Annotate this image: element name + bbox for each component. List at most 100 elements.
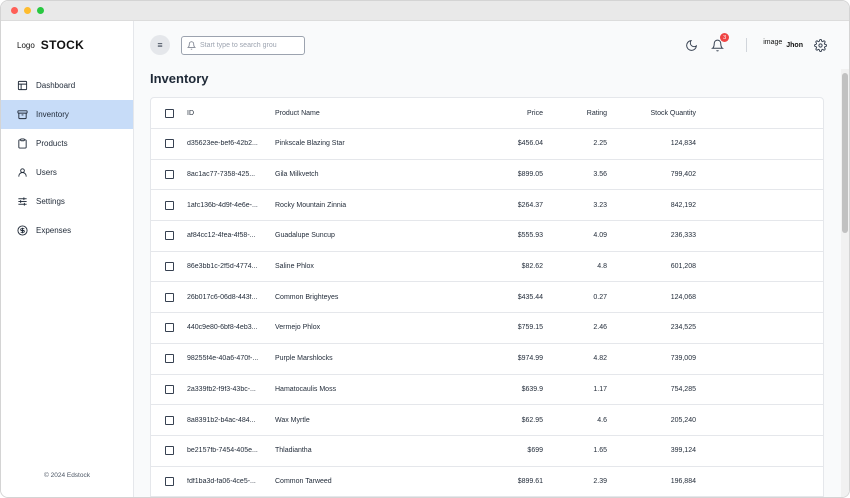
- cell-product-name: Common Brighteyes: [275, 293, 339, 301]
- table-row[interactable]: fdf1ba3d-fa06-4ce5-... Common Tarweed $899…: [151, 467, 823, 497]
- cell-price: $82.62: [521, 263, 543, 271]
- cell-rating: 2.46: [593, 324, 607, 332]
- row-checkbox[interactable]: [164, 323, 174, 333]
- table-row[interactable]: 86e3bb1c-2f5d-4774... Saline Phlox $82.62 4…: [151, 252, 823, 283]
- column-header-product-name[interactable]: Product Name: [275, 110, 445, 117]
- table-row[interactable]: af84cc12-4fea-4f58-... Guadalupe Suncup $5…: [151, 221, 823, 252]
- row-select-cell: [151, 323, 187, 333]
- row-checkbox[interactable]: [164, 415, 174, 425]
- table-row[interactable]: be2157fb-7454-405e... Thladiantha $699 1.65…: [151, 436, 823, 467]
- cell-stock-quantity: 842,192: [670, 201, 696, 209]
- user-menu[interactable]: image Jhon: [763, 39, 803, 52]
- table-header-row: ID Product Name Price Rating Stock Quant…: [151, 98, 823, 129]
- brand: Logo STOCK: [1, 21, 133, 69]
- cell-product-name: Purple Marshlocks: [275, 355, 333, 363]
- table-body: d35623ee-bef6-42b2... Pinkscale Blazing S…: [151, 129, 823, 497]
- cell-id: af84cc12-4fea-4f58-...: [187, 232, 256, 240]
- sidebar-item-dashboard[interactable]: Dashboard: [1, 71, 133, 100]
- table-row[interactable]: 1afc136b-4d9f-4e6e-... Rocky Mountain Zin…: [151, 190, 823, 222]
- table-row[interactable]: 98255f4e-40a6-470f-... Purple Marshlocks $…: [151, 344, 823, 375]
- select-all-checkbox[interactable]: [164, 108, 174, 118]
- table-row[interactable]: 8ac1ac77-7358-425... Gila Milkvetch $899.0…: [151, 160, 823, 191]
- sidebar-item-products[interactable]: Products: [1, 129, 133, 158]
- cell-rating: 4.8: [597, 263, 607, 271]
- copyright-footer: © 2024 Edstock: [44, 472, 90, 479]
- table-row[interactable]: 2a339fb2-f9f3-43bc-... Hamatocaulis Moss $…: [151, 375, 823, 406]
- row-checkbox[interactable]: [164, 200, 174, 210]
- sidebar-item-expenses[interactable]: Expenses: [1, 216, 133, 245]
- dollar-circle-icon: [17, 225, 28, 236]
- row-checkbox[interactable]: [164, 170, 174, 180]
- sidebar-item-label: Dashboard: [36, 81, 76, 90]
- cell-stock-quantity: 234,525: [670, 324, 696, 332]
- sidebar-item-users[interactable]: Users: [1, 158, 133, 187]
- sidebar-item-inventory[interactable]: Inventory: [1, 100, 133, 129]
- sliders-icon: [18, 197, 27, 206]
- settings-button[interactable]: [813, 38, 827, 52]
- maximize-window-button[interactable]: [37, 7, 44, 14]
- cell-stock-quantity: 196,884: [670, 477, 696, 485]
- row-checkbox[interactable]: [164, 139, 174, 149]
- row-select-cell: [151, 354, 187, 364]
- search-box[interactable]: [181, 35, 305, 55]
- table-row[interactable]: 8a8391b2-b4ac-484... Wax Myrtle $62.95 4.6 2…: [151, 405, 823, 436]
- cell-stock-quantity: 754,285: [670, 385, 696, 393]
- search-input[interactable]: [200, 41, 300, 49]
- row-checkbox[interactable]: [164, 354, 174, 364]
- page-scrollbar[interactable]: [841, 69, 849, 497]
- sidebar-item-label: Inventory: [36, 110, 69, 119]
- theme-toggle-button[interactable]: [684, 38, 698, 52]
- scrollbar-thumb[interactable]: [842, 73, 848, 233]
- sidebar-item-label: Users: [36, 168, 57, 177]
- column-header-stock-quantity[interactable]: Stock Quantity: [607, 110, 696, 117]
- sidebar-item-label: Products: [36, 139, 68, 148]
- table-row[interactable]: d35623ee-bef6-42b2... Pinkscale Blazing S…: [151, 129, 823, 160]
- close-window-button[interactable]: [11, 7, 18, 14]
- notification-badge: 3: [720, 33, 730, 42]
- cell-rating: 3.23: [593, 201, 607, 209]
- row-select-cell: [151, 415, 187, 425]
- cell-price: $555.93: [517, 232, 543, 240]
- cell-product-name: Gila Milkvetch: [275, 171, 319, 179]
- cell-rating: 1.65: [593, 447, 607, 455]
- cell-product-name: Pinkscale Blazing Star: [275, 140, 345, 148]
- avatar: image: [763, 38, 783, 46]
- cell-rating: 4.82: [593, 355, 607, 363]
- notifications-button[interactable]: 3: [710, 33, 730, 52]
- cell-id: 86e3bb1c-2f5d-4774...: [187, 263, 258, 271]
- row-checkbox[interactable]: [164, 292, 174, 302]
- cell-product-name: Hamatocaulis Moss: [275, 385, 337, 393]
- cell-price: $264.37: [517, 201, 543, 209]
- cell-stock-quantity: 124,834: [670, 140, 696, 148]
- row-checkbox[interactable]: [164, 231, 174, 241]
- table-row[interactable]: 26b017c6-06d8-443f... Common Brighteyes $4…: [151, 282, 823, 314]
- cell-price: $456.04: [517, 140, 543, 148]
- sidebar-item-settings[interactable]: Settings: [1, 187, 133, 216]
- row-select-cell: [151, 476, 187, 486]
- column-header-rating[interactable]: Rating: [543, 110, 607, 117]
- row-checkbox[interactable]: [164, 262, 174, 272]
- moon-icon: [685, 39, 697, 51]
- sidebar-nav: Dashboard Inventory Products Users Setti…: [1, 71, 133, 245]
- layout-icon: [17, 80, 28, 91]
- column-header-id[interactable]: ID: [187, 110, 275, 117]
- minimize-window-button[interactable]: [24, 7, 31, 14]
- column-header-price[interactable]: Price: [445, 110, 543, 117]
- menu-button[interactable]: ≡: [150, 35, 170, 55]
- row-checkbox[interactable]: [164, 446, 174, 456]
- row-checkbox[interactable]: [164, 384, 174, 394]
- cell-id: fdf1ba3d-fa06-4ce5-...: [187, 477, 256, 485]
- table-row[interactable]: 440c9e80-6bf8-4eb3... Vermejo Phlox $759.1…: [151, 313, 823, 344]
- cell-id: d35623ee-bef6-42b2...: [187, 140, 258, 148]
- cell-rating: 3.56: [593, 171, 607, 179]
- cell-id: be2157fb-7454-405e...: [187, 447, 258, 455]
- cell-id: 2a339fb2-f9f3-43bc-...: [187, 385, 256, 393]
- app-window: Logo STOCK Dashboard Inventory Products: [0, 0, 850, 498]
- cell-stock-quantity: 236,333: [670, 232, 696, 240]
- row-checkbox[interactable]: [164, 476, 174, 486]
- menu-icon: ≡: [157, 40, 163, 50]
- cell-id: 8a8391b2-b4ac-484...: [187, 416, 256, 424]
- cell-product-name: Guadalupe Suncup: [275, 232, 335, 240]
- cell-id: 1afc136b-4d9f-4e6e-...: [187, 201, 258, 209]
- cell-product-name: Wax Myrtle: [275, 416, 310, 424]
